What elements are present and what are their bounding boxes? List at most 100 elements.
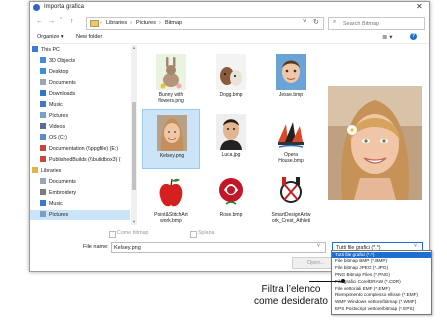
- nav-item[interactable]: Music: [30, 199, 130, 209]
- music-icon: [40, 200, 46, 206]
- nav-item[interactable]: Embroidery: [30, 188, 130, 198]
- file-type-option-label: Riempimento complesso ellisse (*.EMF): [335, 292, 419, 298]
- forward-arrow-icon[interactable]: →: [48, 18, 55, 26]
- nav-item-label: Pictures: [49, 212, 69, 218]
- computer-icon: [32, 46, 38, 52]
- chevron-down-icon[interactable]: ˅: [317, 243, 320, 249]
- as-bitmap-checkbox[interactable]: [109, 231, 116, 238]
- thumbnail-image: [276, 174, 306, 210]
- title-bar: Importa grafica ✕: [30, 2, 429, 14]
- folder-icon: [90, 20, 99, 27]
- nav-item[interactable]: OS (C:): [30, 133, 130, 143]
- file-type-option[interactable]: File vettoriali EMF (*.EMF): [332, 286, 431, 293]
- flatten-checkbox[interactable]: [190, 231, 197, 238]
- view-options-icon[interactable]: ≣ ▾: [382, 33, 393, 41]
- toolbar: Organize ▾ New folder ≣ ▾ ?: [30, 32, 429, 44]
- breadcrumb-bitmap[interactable]: Bitmap: [165, 20, 182, 26]
- up-arrow-icon[interactable]: ↑: [70, 18, 74, 26]
- scroll-up-arrow-icon[interactable]: ▲: [131, 45, 137, 50]
- file-type-option[interactable]: Riempimento complesso ellisse (*.EMF): [332, 292, 431, 299]
- image-preview: [328, 86, 422, 200]
- nav-item[interactable]: Music: [30, 100, 130, 110]
- file-type-option-label: PNG Bitmap Files (*.PNG): [335, 271, 390, 277]
- nav-item[interactable]: Documents: [30, 78, 130, 88]
- file-type-option-label: WMF Windows vettore/bitmap (*.WMF): [335, 299, 417, 305]
- file-name-label: File name:: [83, 244, 109, 250]
- videos-icon: [40, 123, 46, 129]
- breadcrumb-pictures[interactable]: Pictures: [136, 20, 156, 26]
- address-bar[interactable]: › Libraries › Pictures › Bitmap ˅ ↻: [86, 17, 324, 30]
- recent-locations-icon[interactable]: ˇ: [60, 18, 62, 26]
- new-folder-button[interactable]: New folder: [76, 34, 102, 40]
- documents-icon: [40, 79, 46, 85]
- file-type-option[interactable]: Tutti file grafici (*.*): [332, 251, 431, 259]
- nav-item[interactable]: Documentation (\\ppgfile) (E:): [30, 144, 130, 154]
- file-item[interactable]: Luca.jpg: [202, 109, 260, 169]
- file-name-value: Kelsey.png: [114, 244, 141, 251]
- nav-item[interactable]: Pictures: [30, 111, 130, 121]
- file-type-option[interactable]: File bitmap JPEG (*.JPG): [332, 265, 431, 272]
- file-type-option[interactable]: PNG Bitmap Files (*.PNG): [332, 272, 431, 279]
- file-name: Opera House.bmp: [278, 152, 304, 164]
- nav-item-label: Libraries: [41, 168, 62, 174]
- callout-dot: [341, 279, 345, 283]
- file-thumbnail: [276, 174, 306, 210]
- file-thumbnail: [276, 114, 306, 150]
- file-item[interactable]: Point&StitchArt work.bmp: [142, 169, 200, 229]
- file-name-input[interactable]: Kelsey.png ˅: [111, 242, 326, 253]
- search-input[interactable]: ⌕ Search Bitmap: [328, 17, 425, 30]
- file-type-option-label: File bitmap JPEG (*.JPG): [335, 265, 389, 271]
- back-arrow-icon[interactable]: ←: [36, 18, 43, 26]
- nav-item-label: 3D Objects: [49, 58, 76, 64]
- nav-item-label: Videos: [49, 124, 66, 130]
- nav-scrollbar[interactable]: ▲ ▼: [131, 45, 137, 225]
- file-name: Bunny with flowers.png: [158, 92, 184, 104]
- file-item[interactable]: Dogg.bmp: [202, 49, 260, 109]
- scrollbar-thumb[interactable]: [132, 102, 136, 190]
- search-icon: ⌕: [333, 19, 337, 25]
- nav-item[interactable]: 3D Objects: [30, 56, 130, 66]
- help-icon[interactable]: ?: [410, 33, 417, 40]
- file-type-option[interactable]: File bitmap BMP (*.BMP): [332, 258, 431, 265]
- file-item[interactable]: Jesse.bmp: [262, 49, 320, 109]
- chevron-down-icon[interactable]: ˅: [414, 243, 417, 249]
- nav-item[interactable]: This PC: [30, 45, 130, 55]
- thumbnail-image: [216, 114, 246, 150]
- file-item[interactable]: Kelsey.png: [142, 109, 200, 169]
- file-type-dropdown-list: Tutti file grafici (*.*) File bitmap BMP …: [331, 250, 432, 315]
- nav-item[interactable]: PublishedBuilds (\\buildbox3) (: [30, 155, 130, 165]
- search-placeholder: Search Bitmap: [343, 20, 380, 27]
- file-type-option-label: File bitmap BMP (*.BMP): [335, 258, 388, 264]
- file-item[interactable]: Opera House.bmp: [262, 109, 320, 169]
- as-bitmap-option[interactable]: Come bitmap: [109, 230, 179, 238]
- organize-menu[interactable]: Organize ▾: [37, 34, 64, 40]
- nav-item[interactable]: Videos: [30, 122, 130, 132]
- dialog-title: Importa grafica: [44, 4, 85, 10]
- breadcrumb-libraries[interactable]: Libraries: [106, 20, 127, 26]
- flatten-option[interactable]: Spiana: [190, 230, 250, 238]
- file-type-option[interactable]: File grafici CorelDRAW (*.CDR): [332, 279, 431, 286]
- file-name: Luca.jpg: [221, 152, 241, 158]
- as-bitmap-label: Come bitmap: [117, 230, 149, 236]
- scroll-down-arrow-icon[interactable]: ▼: [131, 219, 137, 224]
- file-item[interactable]: Rose.bmp: [202, 169, 260, 229]
- file-item[interactable]: SmartDesignArtw ork_Crest_Athleti: [262, 169, 320, 229]
- nav-item[interactable]: Documents: [30, 177, 130, 187]
- nav-item-label: Music: [49, 201, 63, 207]
- callout-line: [309, 281, 343, 282]
- nav-item-label: Embroidery: [49, 190, 77, 196]
- close-button[interactable]: ✕: [416, 3, 423, 11]
- refresh-icon[interactable]: ↻: [313, 18, 319, 26]
- file-type-option[interactable]: EPS Postscript vettore/bitmap (*.EPS): [332, 306, 431, 313]
- nav-item[interactable]: Desktop: [30, 67, 130, 77]
- file-type-option[interactable]: WMF Windows vettore/bitmap (*.WMF): [332, 299, 431, 306]
- chevron-down-icon[interactable]: ˅: [303, 19, 307, 25]
- nav-item-label: OS (C:): [49, 135, 67, 141]
- nav-item-label: Pictures: [49, 113, 69, 119]
- nav-item-label: Music: [49, 102, 63, 108]
- file-item[interactable]: Bunny with flowers.png: [142, 49, 200, 109]
- nav-item[interactable]: Libraries: [30, 166, 130, 176]
- file-thumbnail: [216, 174, 246, 210]
- nav-item[interactable]: Downloads: [30, 89, 130, 99]
- nav-item[interactable]: Pictures: [30, 210, 130, 220]
